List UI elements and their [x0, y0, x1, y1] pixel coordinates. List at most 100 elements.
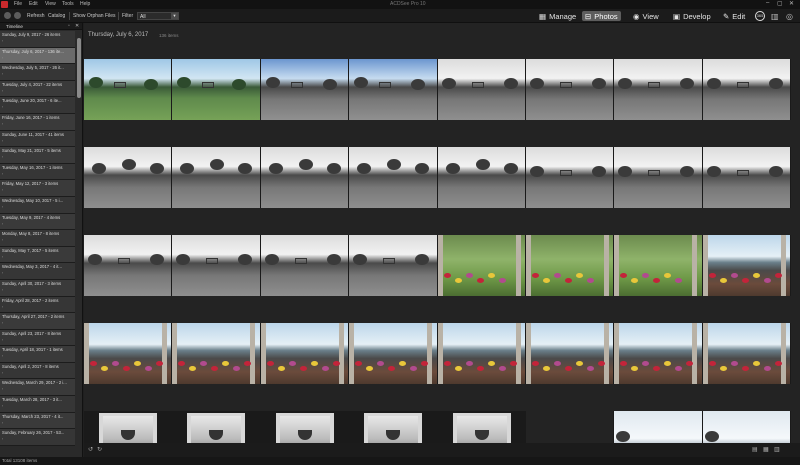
photo-thumbnail[interactable]: [525, 59, 615, 120]
timeline-item[interactable]: Wednesday, July 5, 2017 - 26 it... ›: [0, 64, 75, 81]
photo-thumbnail[interactable]: [525, 147, 615, 208]
mode-manage-button[interactable]: ▦ Manage: [536, 11, 579, 21]
timeline-item[interactable]: Sunday, April 30, 2017 - 3 items ›: [0, 279, 75, 297]
photo-thumbnail[interactable]: [437, 235, 526, 296]
timeline-item[interactable]: Sunday, June 11, 2017 - 41 items ›: [0, 130, 75, 148]
close-icon[interactable]: ✕: [789, 0, 794, 7]
expand-arrow-icon[interactable]: ›: [2, 155, 73, 159]
scrollbar[interactable]: [76, 32, 82, 457]
timeline-item[interactable]: Tuesday, July 4, 2017 - 22 items ›: [0, 80, 75, 98]
photo-thumbnail[interactable]: [702, 235, 792, 296]
expand-arrow-icon[interactable]: ›: [2, 271, 73, 275]
photo-thumbnail[interactable]: [172, 323, 261, 384]
photo-thumbnail[interactable]: [525, 323, 615, 384]
photo-thumbnail[interactable]: [614, 411, 703, 443]
photo-thumbnail[interactable]: [702, 59, 792, 120]
pin-icon[interactable]: ▫: [68, 23, 70, 29]
photo-thumbnail[interactable]: [260, 235, 350, 296]
photo-thumbnail[interactable]: [437, 323, 526, 384]
filter-dropdown[interactable]: All ▼: [137, 12, 179, 20]
photo-thumbnail[interactable]: [702, 411, 792, 443]
calendar-day-icon[interactable]: ▤: [752, 446, 758, 453]
catalog-button[interactable]: Catalog: [48, 13, 65, 19]
refresh-button[interactable]: Refresh: [27, 13, 45, 19]
expand-arrow-icon[interactable]: ›: [2, 404, 73, 408]
photo-thumbnail[interactable]: [84, 59, 173, 120]
expand-arrow-icon[interactable]: ›: [2, 387, 73, 391]
expand-arrow-icon[interactable]: ›: [2, 188, 73, 192]
expand-arrow-icon[interactable]: ›: [2, 72, 73, 76]
timeline-item[interactable]: Sunday, April 23, 2017 - 8 items ›: [0, 329, 75, 347]
photo-thumbnail[interactable]: [260, 323, 350, 384]
photo-thumbnail[interactable]: [614, 147, 703, 208]
timeline-item[interactable]: Sunday, July 9, 2017 - 26 items ›: [0, 31, 75, 48]
menu-file[interactable]: File: [14, 1, 22, 7]
minimize-icon[interactable]: –: [766, 0, 769, 6]
rotate-right-icon[interactable]: ↻: [97, 446, 102, 453]
expand-arrow-icon[interactable]: ›: [2, 305, 73, 309]
timeline-item[interactable]: Wednesday, May 3, 2017 - 4 it... ›: [0, 263, 75, 280]
menu-tools[interactable]: Tools: [62, 1, 74, 7]
mode-develop-button[interactable]: ▣ Develop: [670, 11, 714, 21]
expand-arrow-icon[interactable]: ›: [2, 222, 73, 226]
photo-thumbnail[interactable]: [172, 235, 261, 296]
photo-thumbnail[interactable]: [614, 235, 703, 296]
mode-view-button[interactable]: ◉ View: [630, 11, 662, 21]
photo-thumbnail[interactable]: [260, 59, 350, 120]
timeline-item[interactable]: Tuesday, March 28, 2017 - 3 it... ›: [0, 396, 75, 413]
photo-thumbnail[interactable]: [349, 59, 438, 120]
timeline-item[interactable]: Tuesday, June 20, 2017 - 6 ite... ›: [0, 97, 75, 114]
calendar-month-icon[interactable]: ▦: [763, 446, 769, 453]
photo-thumbnail[interactable]: [260, 147, 350, 208]
timeline-item[interactable]: Tuesday, April 18, 2017 - 1 items ›: [0, 346, 75, 363]
expand-arrow-icon[interactable]: ›: [2, 238, 73, 242]
panel-close-icon[interactable]: ✕: [75, 23, 79, 29]
expand-arrow-icon[interactable]: ›: [2, 371, 73, 375]
expand-arrow-icon[interactable]: ›: [2, 437, 73, 441]
expand-arrow-icon[interactable]: ›: [2, 39, 73, 43]
mode-edit-button[interactable]: ✎ Edit: [720, 11, 748, 21]
expand-arrow-icon[interactable]: ›: [2, 89, 73, 93]
timeline-item[interactable]: Sunday, February 26, 2017 - 53... ›: [0, 429, 75, 446]
timeline-item[interactable]: Friday, June 16, 2017 - 1 items ›: [0, 113, 75, 131]
expand-arrow-icon[interactable]: ›: [2, 139, 73, 143]
photo-thumbnail[interactable]: [437, 59, 526, 120]
photo-thumbnail[interactable]: [437, 147, 526, 208]
menu-view[interactable]: View: [45, 1, 56, 7]
expand-arrow-icon[interactable]: ›: [2, 288, 73, 292]
menu-help[interactable]: Help: [80, 1, 90, 7]
photo-thumbnail[interactable]: [614, 323, 703, 384]
dashboard-icon[interactable]: ▥: [771, 12, 779, 21]
expand-arrow-icon[interactable]: ›: [2, 105, 73, 109]
timeline-item[interactable]: Friday, May 12, 2017 - 3 items ›: [0, 180, 75, 197]
timeline-item[interactable]: Wednesday, May 10, 2017 - 5 i... ›: [0, 196, 75, 214]
expand-arrow-icon[interactable]: ›: [2, 321, 73, 325]
mode-365-button[interactable]: 365: [755, 11, 765, 21]
timeline-item[interactable]: Thursday, July 6, 2017 - 136 ite... ›: [0, 47, 75, 65]
photo-thumbnail[interactable]: [349, 147, 438, 208]
expand-arrow-icon[interactable]: ›: [2, 255, 73, 259]
timeline-item[interactable]: Monday, May 8, 2017 - 8 items ›: [0, 230, 75, 247]
expand-arrow-icon[interactable]: ›: [2, 122, 73, 126]
photo-thumbnail[interactable]: [702, 147, 792, 208]
expand-arrow-icon[interactable]: ›: [2, 172, 73, 176]
photo-thumbnail[interactable]: [614, 59, 703, 120]
photo-thumbnail[interactable]: [260, 411, 350, 443]
expand-arrow-icon[interactable]: ›: [2, 338, 73, 342]
photo-thumbnail[interactable]: [172, 147, 261, 208]
photo-thumbnail[interactable]: [437, 411, 526, 443]
expand-arrow-icon[interactable]: ›: [2, 421, 73, 425]
timeline-item[interactable]: Tuesday, May 9, 2017 - 4 items ›: [0, 213, 75, 231]
back-button[interactable]: [4, 12, 11, 19]
photo-thumbnail[interactable]: [84, 147, 173, 208]
photo-thumbnail[interactable]: [84, 235, 173, 296]
eye-toggle-icon[interactable]: ◎: [786, 12, 793, 21]
photo-thumbnail[interactable]: [349, 235, 438, 296]
photo-thumbnail[interactable]: [349, 411, 438, 443]
photo-thumbnail[interactable]: [172, 59, 261, 120]
timeline-item[interactable]: Thursday, March 23, 2017 - 4 it... ›: [0, 412, 75, 430]
timeline-item[interactable]: Thursday, April 27, 2017 - 2 items ›: [0, 313, 75, 330]
mode-photos-button[interactable]: ⊟ Photos: [582, 11, 621, 21]
timeline-item[interactable]: Friday, April 28, 2017 - 2 items ›: [0, 296, 75, 314]
expand-arrow-icon[interactable]: ›: [2, 205, 73, 209]
